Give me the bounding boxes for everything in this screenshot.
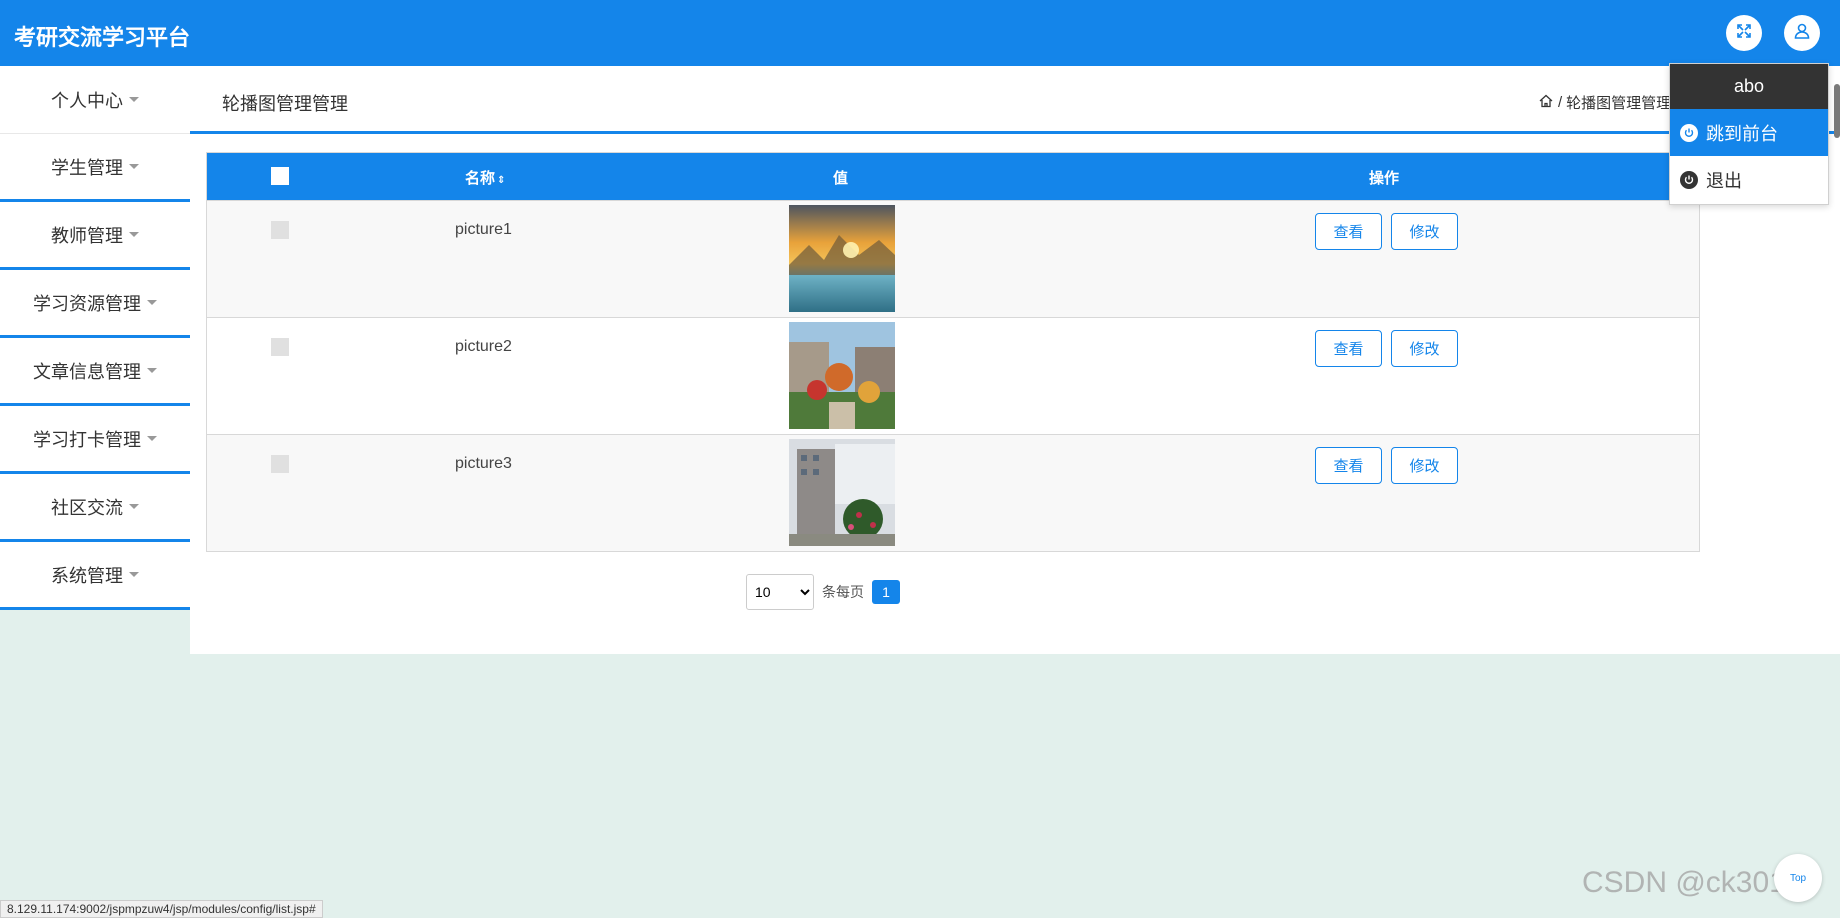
sidebar-item-resources[interactable]: 学习资源管理: [0, 270, 190, 338]
row-image: [789, 205, 895, 312]
select-all-checkbox[interactable]: [271, 167, 289, 185]
sidebar-item-label: 系统管理: [51, 565, 123, 586]
sidebar-item-community[interactable]: 社区交流: [0, 474, 190, 542]
caret-down-icon: [129, 504, 139, 509]
sidebar-item-label: 个人中心: [51, 90, 123, 111]
per-page-label: 条每页: [822, 584, 864, 600]
breadcrumb: / 轮播图管理管理: [1538, 92, 1671, 113]
back-to-top-button[interactable]: Top: [1774, 854, 1822, 902]
row-name: picture2: [455, 338, 512, 355]
row-checkbox[interactable]: [271, 338, 289, 356]
table-row: picture3 查看 修改: [207, 434, 1699, 551]
sidebar-item-label: 学习打卡管理: [33, 429, 141, 450]
caret-down-icon: [129, 572, 139, 577]
caret-down-icon: [147, 368, 157, 373]
home-icon[interactable]: [1538, 93, 1554, 113]
table-row: picture2 查看 修改: [207, 317, 1699, 434]
table-header: 名称 ⇕ 值 操作: [207, 153, 1699, 200]
column-header-value: 值: [833, 170, 849, 187]
caret-down-icon: [129, 232, 139, 237]
menu-item-go-frontend[interactable]: 跳到前台: [1670, 109, 1828, 156]
sidebar-item-label: 学习资源管理: [33, 293, 141, 314]
caret-down-icon: [147, 300, 157, 305]
sidebar-item-label: 学生管理: [51, 157, 123, 178]
dropdown-username: abo: [1670, 64, 1828, 109]
sidebar-item-label: 社区交流: [51, 497, 123, 518]
row-name: picture3: [455, 455, 512, 472]
page-size-select[interactable]: 10: [746, 574, 814, 610]
column-header-label: 名称: [465, 170, 496, 187]
fullscreen-icon: [1735, 22, 1753, 45]
sidebar-item-articles[interactable]: 文章信息管理: [0, 338, 190, 406]
sidebar-item-label: 教师管理: [51, 225, 123, 246]
row-image: [789, 439, 895, 546]
sidebar-item-checkin[interactable]: 学习打卡管理: [0, 406, 190, 474]
row-name: picture1: [455, 221, 512, 238]
view-button[interactable]: 查看: [1315, 330, 1382, 367]
edit-button[interactable]: 修改: [1391, 330, 1458, 367]
breadcrumb-current: 轮播图管理管理: [1566, 95, 1672, 112]
view-button[interactable]: 查看: [1315, 213, 1382, 250]
main-panel: 轮播图管理管理 / 轮播图管理管理 名称 ⇕ 值 操作 picture1 查看 …: [190, 66, 1840, 654]
table-row: picture1 查看 修改: [207, 200, 1699, 317]
user-dropdown-menu: abo 跳到前台 退出: [1669, 63, 1829, 205]
caret-down-icon: [147, 436, 157, 441]
page-number-button[interactable]: 1: [872, 580, 900, 604]
pagination: 10 条每页 1: [746, 574, 900, 610]
menu-item-label: 跳到前台: [1706, 123, 1778, 144]
page-title: 轮播图管理管理: [222, 94, 348, 114]
app-title: 考研交流学习平台: [14, 25, 191, 50]
page-header: 轮播图管理管理 / 轮播图管理管理: [190, 66, 1840, 134]
caret-down-icon: [129, 97, 139, 102]
page-scrollbar[interactable]: [1834, 84, 1840, 138]
caret-down-icon: [129, 164, 139, 169]
sidebar-item-system[interactable]: 系统管理: [0, 542, 190, 610]
column-header-name[interactable]: 名称 ⇕: [465, 167, 505, 188]
power-icon: [1680, 123, 1698, 142]
breadcrumb-separator: /: [1558, 94, 1563, 111]
user-menu-button[interactable]: [1784, 15, 1820, 51]
sidebar-item-personal-center[interactable]: 个人中心: [0, 66, 190, 134]
edit-button[interactable]: 修改: [1391, 447, 1458, 484]
power-icon: [1680, 170, 1698, 189]
fullscreen-button[interactable]: [1726, 15, 1762, 51]
sidebar-item-label: 文章信息管理: [33, 361, 141, 382]
menu-item-logout[interactable]: 退出: [1670, 156, 1828, 203]
view-button[interactable]: 查看: [1315, 447, 1382, 484]
user-icon: [1793, 22, 1811, 45]
row-checkbox[interactable]: [271, 221, 289, 239]
watermark: CSDN @ck3018: [1582, 866, 1803, 899]
column-header-actions: 操作: [1369, 170, 1400, 187]
top-header: 考研交流学习平台: [0, 0, 1840, 66]
sort-icon[interactable]: ⇕: [497, 175, 505, 186]
browser-status-url: 8.129.11.174:9002/jspmpzuw4/jsp/modules/…: [0, 900, 323, 918]
row-image: [789, 322, 895, 429]
edit-button[interactable]: 修改: [1391, 213, 1458, 250]
sidebar: 个人中心 学生管理 教师管理 学习资源管理 文章信息管理 学习打卡管理 社区交流…: [0, 66, 190, 610]
sidebar-item-students[interactable]: 学生管理: [0, 134, 190, 202]
banner-table: 名称 ⇕ 值 操作 picture1 查看 修改 picture2 查看 修改 …: [206, 152, 1700, 552]
menu-item-label: 退出: [1706, 170, 1742, 191]
sidebar-item-teachers[interactable]: 教师管理: [0, 202, 190, 270]
row-checkbox[interactable]: [271, 455, 289, 473]
